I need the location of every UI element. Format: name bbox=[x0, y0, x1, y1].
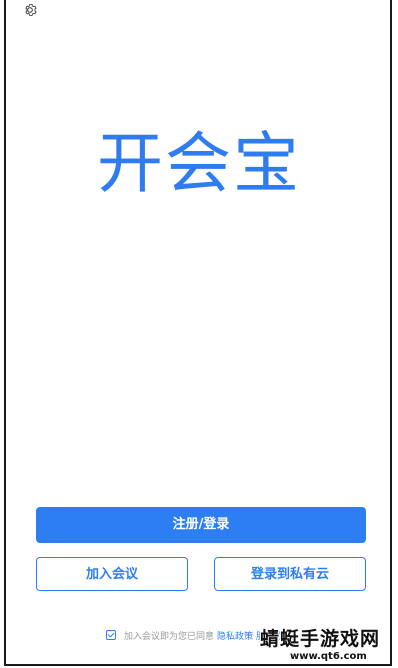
terms-link[interactable]: 服务协议 bbox=[256, 629, 292, 642]
agreement-checkbox[interactable] bbox=[106, 630, 116, 640]
gear-icon[interactable] bbox=[22, 2, 38, 18]
register-login-button[interactable]: 注册/登录 bbox=[36, 507, 366, 543]
app-logo-text: 开会宝 bbox=[97, 125, 301, 202]
agreement-row: 加入会议即为您已同意 隐私政策 服务协议 bbox=[106, 628, 292, 642]
private-cloud-login-button[interactable]: 登录到私有云 bbox=[214, 557, 366, 591]
agreement-text: 加入会议即为您已同意 bbox=[124, 631, 215, 642]
privacy-policy-link[interactable]: 隐私政策 bbox=[217, 629, 253, 642]
join-meeting-button[interactable]: 加入会议 bbox=[36, 557, 188, 591]
